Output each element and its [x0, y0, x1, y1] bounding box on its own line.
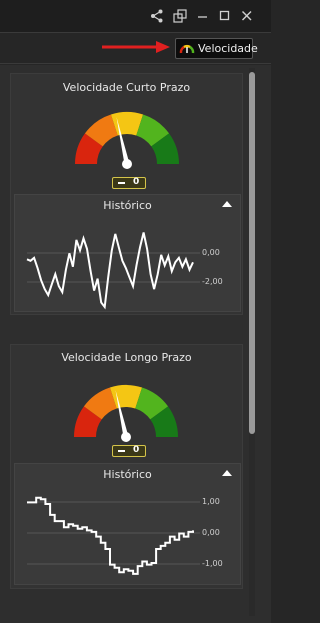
close-icon[interactable] — [240, 9, 254, 23]
gauge-hub — [121, 432, 131, 442]
minus-icon — [118, 450, 125, 452]
velocidade-button[interactable]: Velocidade — [175, 38, 258, 59]
history-line — [26, 232, 194, 310]
panel-short-term: Velocidade Curto Prazo 0 Histórico 0,00 … — [10, 73, 243, 315]
history-chart: Histórico 0,00 -2,00 — [14, 194, 241, 312]
panel-long-term: Velocidade Longo Prazo 0 Histórico 1,00 … — [10, 344, 243, 589]
history-chart: Histórico 1,00 0,00 -1,00 — [14, 463, 241, 585]
velocidade-button-label: Velocidade — [198, 42, 258, 55]
maximize-icon[interactable] — [218, 9, 232, 23]
speed-badge: 0 — [112, 445, 146, 457]
speed-gauge — [75, 112, 179, 169]
share-icon[interactable] — [150, 9, 164, 23]
gauge-hub — [122, 159, 132, 169]
badge-value: 0 — [133, 445, 140, 455]
window-titlebar — [0, 0, 271, 33]
red-arrow-icon — [102, 41, 170, 53]
minus-icon — [118, 182, 125, 184]
speed-badge: 0 — [112, 177, 146, 189]
y-tick-label: -2,00 — [202, 277, 223, 286]
y-tick-label: -1,00 — [202, 559, 223, 568]
y-tick-label: 0,00 — [202, 248, 220, 257]
minimize-icon[interactable] — [196, 9, 210, 23]
y-tick-label: 1,00 — [202, 497, 220, 506]
speedometer-icon — [179, 44, 195, 54]
history-line — [27, 496, 194, 575]
speed-gauge — [74, 385, 178, 442]
y-tick-label: 0,00 — [202, 528, 220, 537]
scrollbar-thumb[interactable] — [249, 72, 255, 434]
badge-value: 0 — [133, 177, 140, 187]
popout-icon[interactable] — [173, 9, 187, 23]
